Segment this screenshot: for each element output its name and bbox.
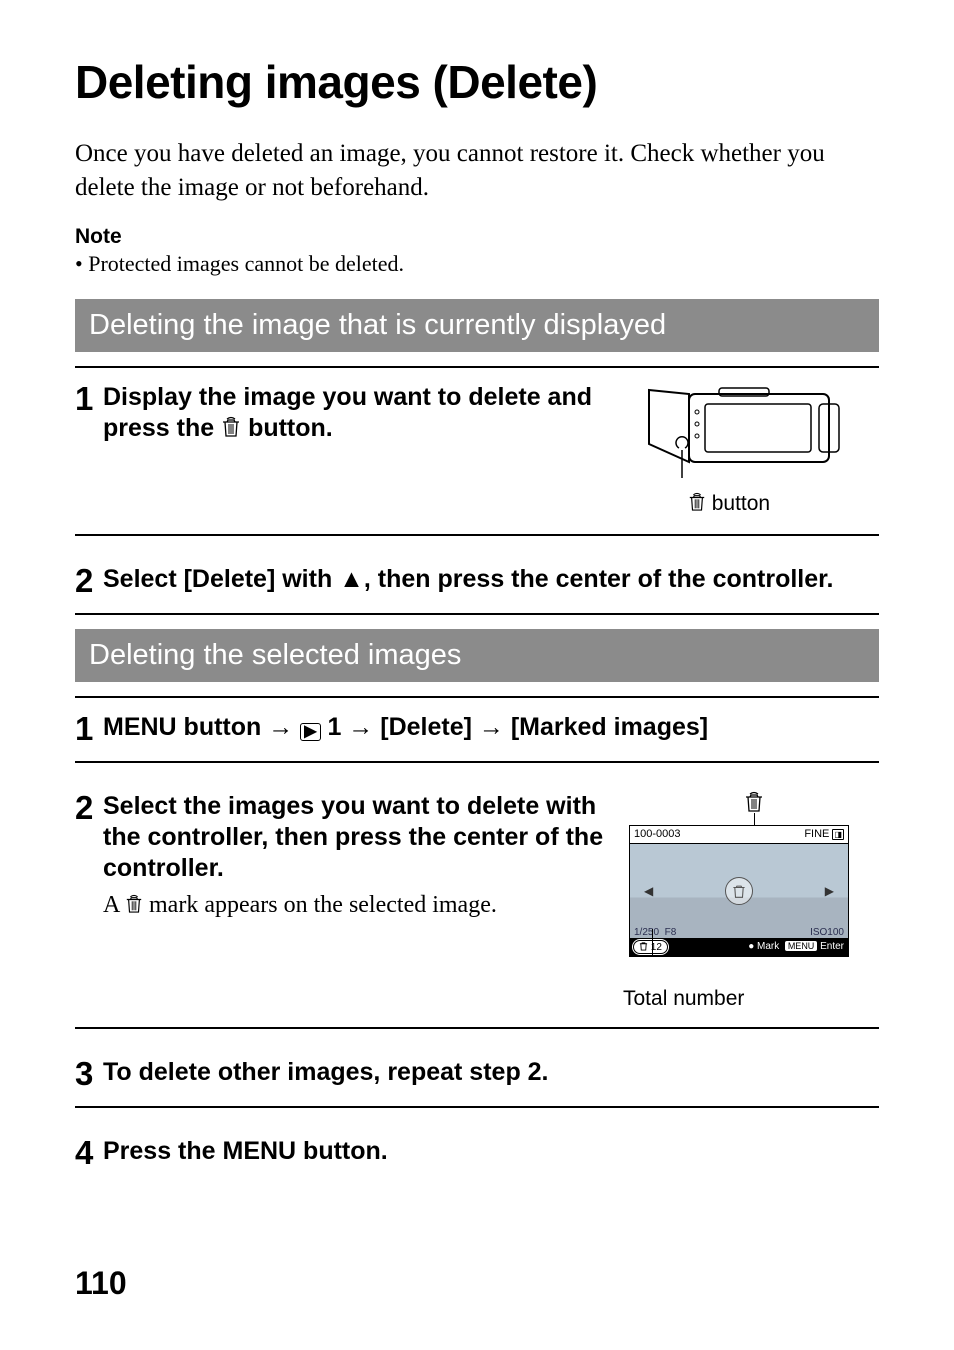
step-number: 2 xyxy=(75,564,103,597)
total-number-label: Total number xyxy=(623,987,879,1011)
step-text: MENU button → ▶ 1 → [Delete] → [Marked i… xyxy=(103,712,879,743)
step-number: 1 xyxy=(75,382,103,415)
trash-mark-icon xyxy=(725,877,753,905)
step: 2 Select the images you want to delete w… xyxy=(75,777,879,1029)
aperture: F8 xyxy=(665,927,677,938)
step: 2 Select [Delete] with ▲, then press the… xyxy=(75,550,879,615)
step-text: To delete other images, repeat step 2. xyxy=(103,1057,879,1088)
step1a: Display the image you want to delete and… xyxy=(103,383,592,442)
intro-text: Once you have deleted an image, you cann… xyxy=(75,137,879,205)
step-text: Select [Delete] with ▲, then press the c… xyxy=(103,564,879,595)
step1b: button. xyxy=(248,414,333,442)
step-subtext: A mark appears on the selected image. xyxy=(103,890,619,923)
trash-icon xyxy=(744,791,764,819)
step-number: 2 xyxy=(75,791,103,824)
camera-diagram xyxy=(619,382,859,482)
step-text: Press the MENU button. xyxy=(103,1136,879,1167)
section-heading-2: Deleting the selected images xyxy=(75,629,879,682)
screenshot-column: 100-0003 FINE ◨ ◀ ▶ 1/250 F8 ISO100 12 xyxy=(619,791,879,1011)
trash-icon xyxy=(125,892,143,923)
card-icon: ◨ xyxy=(832,829,844,840)
playback-icon: ▶ xyxy=(300,723,320,741)
step: 3 To delete other images, repeat step 2. xyxy=(75,1043,879,1108)
camera-screen: 100-0003 FINE ◨ ◀ ▶ 1/250 F8 ISO100 12 xyxy=(629,825,849,957)
iso: ISO100 xyxy=(810,927,844,938)
page-title: Deleting images (Delete) xyxy=(75,55,879,109)
step: 1 MENU button → ▶ 1 → [Delete] → [Marked… xyxy=(75,696,879,763)
step-text: Display the image you want to delete and… xyxy=(103,382,619,447)
step-number: 4 xyxy=(75,1136,103,1169)
left-arrow-icon: ◀ xyxy=(644,884,653,898)
enter-label: Enter xyxy=(820,941,844,952)
quality: FINE xyxy=(804,828,829,840)
menu-badge: MENU xyxy=(785,941,818,951)
step-number: 3 xyxy=(75,1057,103,1090)
menu-path-a: MENU button → xyxy=(103,713,300,741)
note-heading: Note xyxy=(75,225,879,249)
sub-a: A xyxy=(103,892,125,918)
file-number: 100-0003 xyxy=(634,828,681,843)
mark-label: Mark xyxy=(757,941,779,952)
menu-path-b: 1 → [Delete] → [Marked images] xyxy=(327,713,708,741)
page-number: 110 xyxy=(75,1265,127,1302)
diagram-label: button xyxy=(579,492,879,518)
note-body: • Protected images cannot be deleted. xyxy=(75,251,879,277)
right-arrow-icon: ▶ xyxy=(825,884,834,898)
trash-icon xyxy=(221,415,241,446)
button-label: button xyxy=(706,492,770,515)
section-heading-1: Deleting the image that is currently dis… xyxy=(75,299,879,352)
trash-icon xyxy=(688,492,706,518)
shutter: 1/250 xyxy=(634,927,659,938)
step-text: Select the images you want to delete wit… xyxy=(103,791,619,885)
step: 1 Display the image you want to delete a… xyxy=(75,366,879,536)
step-number: 1 xyxy=(75,712,103,745)
camera-diagram-area: button xyxy=(619,382,879,518)
sub-b: mark appears on the selected image. xyxy=(149,892,497,918)
step: 4 Press the MENU button. xyxy=(75,1122,879,1185)
